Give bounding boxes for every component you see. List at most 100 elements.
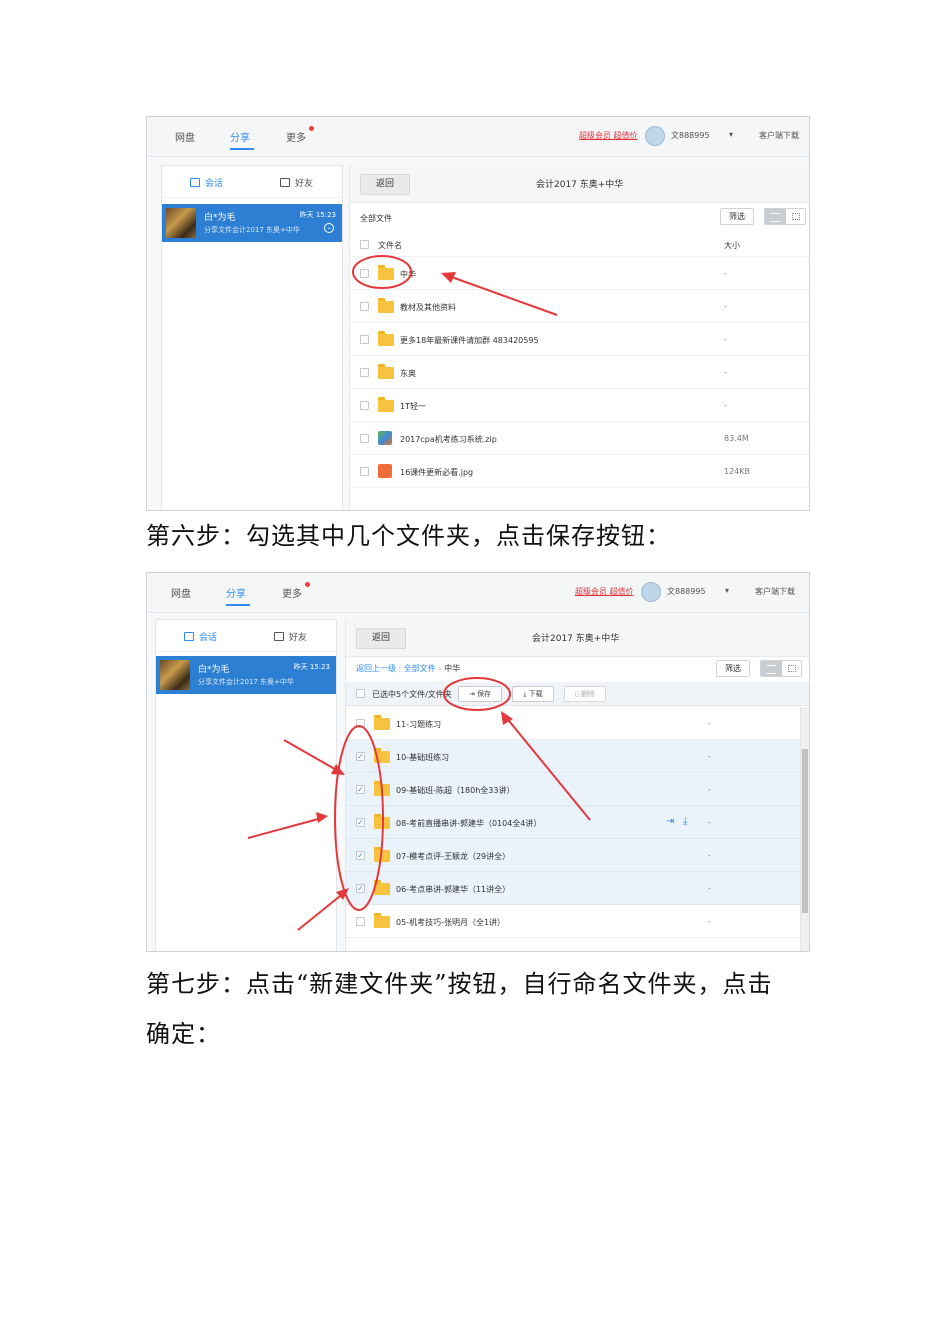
file-name[interactable]: 2017cpa机考练习系统.zip	[400, 434, 497, 445]
file-name[interactable]: 16课件更新必看.jpg	[400, 467, 473, 478]
delete-label: 删除	[581, 690, 596, 698]
avatar[interactable]	[645, 126, 665, 146]
row-checkbox[interactable]	[356, 917, 365, 926]
row-checkbox[interactable]	[360, 269, 369, 278]
table-row[interactable]: 更多18年最新课件请加群 483420595 -	[350, 323, 809, 356]
row-checkbox[interactable]	[360, 335, 369, 344]
row-checkbox[interactable]	[360, 467, 369, 476]
tab-chat-label: 会话	[199, 633, 218, 643]
file-size: -	[724, 335, 727, 344]
chevron-down-icon[interactable]: ⌄	[324, 223, 334, 233]
row-checkbox[interactable]	[360, 434, 369, 443]
filter-button[interactable]: 筛选	[716, 660, 750, 677]
file-name[interactable]: 1T轻一	[400, 401, 426, 412]
breadcrumb-all-files[interactable]: 全部文件	[404, 664, 436, 673]
back-button[interactable]: 返回	[356, 628, 406, 649]
conversation-item[interactable]: 白*为毛 昨天 15:23 分享文件会计2017 东奥+中华 ⌄	[162, 204, 342, 242]
row-checkbox[interactable]: ✓	[356, 752, 365, 761]
table-row[interactable]: 11-习题练习 -	[346, 707, 800, 740]
vip-link[interactable]: 超级会员 超值价	[575, 586, 634, 597]
table-row[interactable]: ✓ 08-考前直播串讲-郭建华（0104全4讲） -	[346, 806, 800, 839]
row-checkbox[interactable]: ✓	[356, 851, 365, 860]
sidebar-tabs: 会话 好友	[156, 620, 336, 652]
grid-view-icon[interactable]	[788, 665, 796, 672]
table-row[interactable]: ✓ 07-模考点评-王颖龙（29讲全） -	[346, 839, 800, 872]
breadcrumb[interactable]: 全部文件	[360, 213, 392, 224]
conversation-avatar	[166, 208, 196, 238]
file-name[interactable]: 更多18年最新课件请加群 483420595	[400, 335, 539, 346]
back-button[interactable]: 返回	[360, 174, 410, 195]
nav-active-underline	[230, 148, 254, 150]
row-checkbox[interactable]	[360, 302, 369, 311]
client-download-link[interactable]: 客户端下载	[759, 130, 799, 141]
selected-count-text: 已选中5个文件/文件夹	[372, 690, 452, 699]
file-name[interactable]: 09-基础班-陈超（180h全33讲）	[396, 785, 514, 796]
table-row[interactable]: ✓ 10-基础班练习 -	[346, 740, 800, 773]
nav-tab-share[interactable]: 分享	[226, 585, 246, 600]
tab-chat[interactable]: 会话	[190, 176, 223, 189]
table-row[interactable]: 2017cpa机考练习系统.zip 83.4M	[350, 422, 809, 455]
row-checkbox[interactable]	[360, 401, 369, 410]
username-label[interactable]: 文888995	[667, 586, 706, 597]
breadcrumb-up[interactable]: 返回上一级	[356, 664, 396, 673]
download-icon[interactable]: ⤓	[683, 816, 687, 827]
row-checkbox[interactable]: ✓	[356, 785, 365, 794]
view-toggle[interactable]	[760, 660, 802, 677]
file-name[interactable]: 06-考点串讲-郭建华（11讲全）	[396, 884, 510, 895]
select-all-checkbox[interactable]	[360, 240, 369, 249]
grid-view-icon[interactable]	[792, 213, 800, 220]
avatar[interactable]	[641, 582, 661, 602]
vip-link[interactable]: 超级会员 超值价	[579, 130, 638, 141]
breadcrumb: 返回上一级 | 全部文件 › 中华	[356, 663, 460, 674]
file-name[interactable]: 教材及其他资料	[400, 302, 456, 313]
download-button[interactable]: ⤓ 下载	[512, 686, 554, 702]
save-icon[interactable]: ⇥	[666, 816, 674, 827]
table-row[interactable]: ✓ 09-基础班-陈超（180h全33讲） -	[346, 773, 800, 806]
row-checkbox[interactable]	[360, 368, 369, 377]
save-button[interactable]: ⇥ 保存	[458, 686, 502, 702]
table-row[interactable]: 教材及其他资料 -	[350, 290, 809, 323]
tab-friends[interactable]: 好友	[280, 176, 313, 189]
list-view-icon[interactable]	[765, 209, 786, 224]
file-name[interactable]: 08-考前直播串讲-郭建华（0104全4讲）	[396, 818, 541, 829]
view-toggle[interactable]	[764, 208, 806, 225]
select-all-checkbox[interactable]	[356, 689, 365, 698]
filter-button[interactable]: 筛选	[720, 208, 754, 225]
client-download-link[interactable]: 客户端下载	[755, 586, 795, 597]
scrollbar[interactable]	[800, 707, 809, 951]
file-name[interactable]: 东奥	[400, 368, 416, 379]
file-name[interactable]: 05-机考技巧-张明月（全1讲）	[396, 917, 505, 928]
nav-tab-more[interactable]: 更多	[282, 585, 302, 600]
nav-tab-share[interactable]: 分享	[230, 129, 250, 144]
row-checkbox[interactable]: ✓	[356, 818, 365, 827]
tab-friends[interactable]: 好友	[274, 630, 307, 643]
file-name[interactable]: 11-习题练习	[396, 719, 441, 730]
table-row[interactable]: 05-机考技巧-张明月（全1讲） -	[346, 905, 800, 938]
notification-dot	[309, 126, 314, 131]
table-row[interactable]: ✓ 06-考点串讲-郭建华（11讲全） -	[346, 872, 800, 905]
chevron-down-icon[interactable]: ▾	[729, 130, 733, 139]
file-name[interactable]: 中华	[400, 269, 416, 280]
folder-icon	[374, 847, 390, 862]
list-view-icon[interactable]	[761, 661, 782, 676]
tab-chat[interactable]: 会话	[184, 630, 217, 643]
table-row[interactable]: 1T轻一 -	[350, 389, 809, 422]
scrollbar-thumb[interactable]	[802, 749, 808, 913]
table-row[interactable]: 中华 -	[350, 257, 809, 290]
nav-tab-disk[interactable]: 网盘	[175, 129, 195, 144]
row-checkbox[interactable]: ✓	[356, 884, 365, 893]
conversation-item[interactable]: 白*为毛 昨天 15:23 分享文件会计2017 东奥+中华	[156, 656, 336, 694]
nav-tab-more[interactable]: 更多	[286, 129, 306, 144]
file-name[interactable]: 07-模考点评-王颖龙（29讲全）	[396, 851, 510, 862]
row-checkbox[interactable]	[356, 719, 365, 728]
username-label[interactable]: 文888995	[671, 130, 710, 141]
chevron-down-icon[interactable]: ▾	[725, 586, 729, 595]
delete-button[interactable]: ▯ 删除	[564, 686, 606, 702]
table-row[interactable]: 东奥 -	[350, 356, 809, 389]
file-name[interactable]: 10-基础班练习	[396, 752, 449, 763]
nav-tab-disk[interactable]: 网盘	[171, 585, 191, 600]
table-row[interactable]: 16课件更新必看.jpg 124KB	[350, 455, 809, 488]
conversation-avatar	[160, 660, 190, 690]
file-size: -	[708, 719, 711, 728]
save-icon: ⇥	[468, 690, 478, 698]
